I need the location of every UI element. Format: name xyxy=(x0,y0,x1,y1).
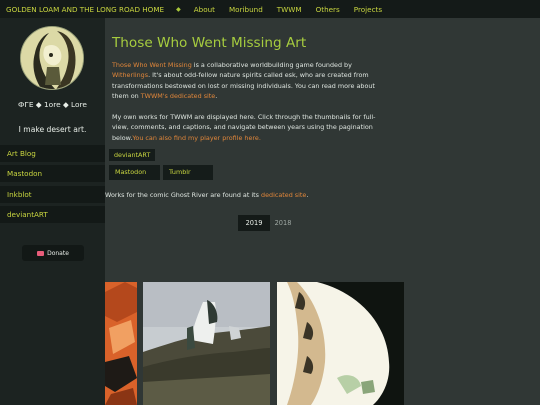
twwm-site-link[interactable]: TWWM's dedicated site xyxy=(141,92,216,100)
coffee-cup-icon xyxy=(37,250,45,256)
tag-mastodon[interactable]: Mastodon xyxy=(109,165,160,180)
artwork-thumbnail-1[interactable] xyxy=(105,282,137,405)
player-profile-link[interactable]: You can also find my player profile here… xyxy=(132,134,261,142)
twwm-link[interactable]: Those Who Went Missing xyxy=(112,61,192,69)
sidebar: ФГЕ ◆ 1ore ◆ Lore I make desert art. Art… xyxy=(0,18,105,405)
sidebar-link-deviantart[interactable]: deviantART xyxy=(0,206,105,223)
artwork-thumbnail-3[interactable] xyxy=(277,282,404,405)
sidebar-tagline: ФГЕ ◆ 1ore ◆ Lore xyxy=(18,100,87,109)
ghost-river-paragraph: Works for the comic Ghost River are foun… xyxy=(105,191,309,199)
witherlings-link[interactable]: Witherlings xyxy=(112,71,148,79)
pagination-2019[interactable]: 2019 xyxy=(238,215,270,231)
sidebar-link-art-blog[interactable]: Art Blog xyxy=(0,145,105,162)
sidebar-link-mastodon[interactable]: Mastodon xyxy=(0,165,105,182)
main-content: Those Who Went Missing Art Those Who Wen… xyxy=(105,18,540,405)
sidebar-about: I make desert art. xyxy=(18,125,87,134)
ghost-river-link[interactable]: dedicated site xyxy=(261,191,306,199)
nav-others[interactable]: Others xyxy=(316,5,340,14)
top-nav: GOLDEN LOAM AND THE LONG ROAD HOME ◆ Abo… xyxy=(0,0,540,18)
pagination-2018[interactable]: 2018 xyxy=(272,215,294,231)
site-title-link[interactable]: GOLDEN LOAM AND THE LONG ROAD HOME xyxy=(6,5,164,14)
nav-twwm[interactable]: TWWM xyxy=(277,5,302,14)
works-paragraph: My own works for TWWM are displayed here… xyxy=(112,113,376,142)
avatar xyxy=(20,26,84,90)
nav-moribund[interactable]: Moribund xyxy=(229,5,263,14)
page-title: Those Who Went Missing Art xyxy=(112,35,307,51)
nav-about[interactable]: About xyxy=(194,5,215,14)
intro-paragraph: Those Who Went Missing is a collaborativ… xyxy=(112,61,375,101)
artwork-thumbnail-2[interactable] xyxy=(143,282,270,405)
donate-label: Donate xyxy=(47,249,69,257)
tag-deviantart[interactable]: deviantART xyxy=(109,149,156,161)
donate-button[interactable]: Donate xyxy=(22,245,84,261)
nav-separator-icon: ◆ xyxy=(176,5,181,13)
sidebar-link-inkblot[interactable]: Inkblot xyxy=(0,186,105,203)
tag-tumblr[interactable]: Tumblr xyxy=(163,165,213,180)
nav-projects[interactable]: Projects xyxy=(354,5,382,14)
